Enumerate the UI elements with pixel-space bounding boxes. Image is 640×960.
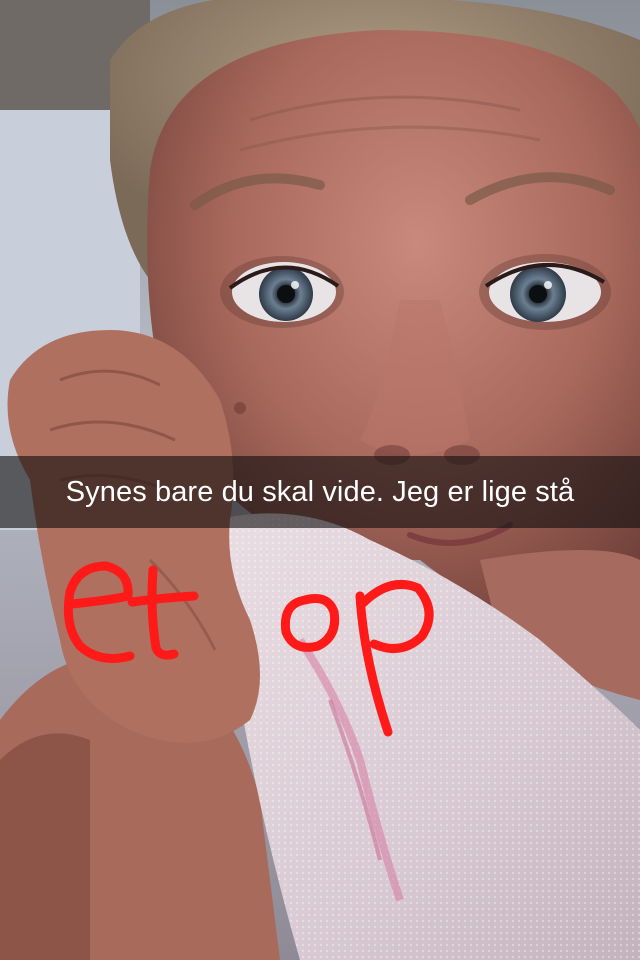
caption-text: Synes bare du skal vide. Jeg er lige stå	[65, 475, 575, 508]
caption-bar: Synes bare du skal vide. Jeg er lige stå	[0, 456, 640, 528]
snap-viewer[interactable]: Synes bare du skal vide. Jeg er lige stå	[0, 0, 640, 960]
